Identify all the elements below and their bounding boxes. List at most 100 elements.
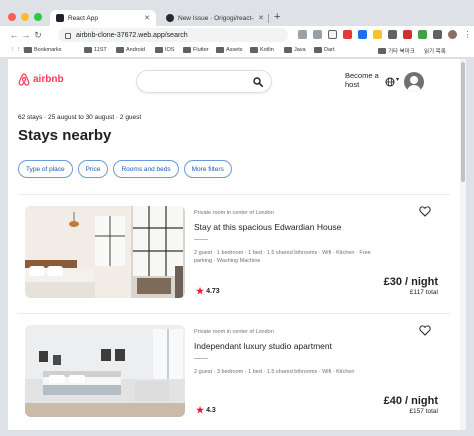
bookmark-other[interactable]: 기타 북마크 bbox=[378, 47, 415, 55]
bookmark-kotlin[interactable]: Kotlin bbox=[250, 47, 274, 53]
host-line-1: Become a bbox=[345, 71, 379, 80]
listing-title[interactable]: Stay at this spacious Edwardian House bbox=[194, 222, 341, 232]
extension-red-icon[interactable] bbox=[343, 30, 352, 39]
profile-avatar-icon[interactable] bbox=[448, 30, 457, 39]
logo-text: airbnb bbox=[33, 74, 64, 85]
divider bbox=[18, 313, 450, 314]
forward-icon[interactable]: → bbox=[20, 30, 32, 40]
share-icon[interactable] bbox=[313, 30, 322, 39]
listing-price: £30 / night bbox=[383, 276, 438, 288]
bookmarks-bar: ⋮⋮⋮ Bookmarks 11ST Android IOS Flutter A… bbox=[0, 44, 474, 58]
listing-card[interactable]: Private room in center of London Stay at… bbox=[25, 206, 445, 300]
listing-card[interactable]: Private room in center of London Indepen… bbox=[25, 325, 445, 419]
extension-icons: ⋮ bbox=[298, 30, 472, 39]
bookmark-reading-list[interactable]: 읽기 목록 bbox=[424, 47, 446, 55]
tab-title: React App bbox=[68, 14, 98, 22]
avatar-head bbox=[410, 76, 418, 84]
heart-icon[interactable] bbox=[419, 206, 431, 217]
extension-glasses-icon[interactable] bbox=[388, 30, 397, 39]
translate-icon[interactable] bbox=[298, 30, 307, 39]
listing-total: £157 total bbox=[409, 408, 438, 415]
listing-photo[interactable] bbox=[25, 206, 185, 298]
airbnb-logo[interactable]: airbnb bbox=[18, 73, 64, 86]
tab-separator bbox=[268, 14, 269, 23]
listing-rating: ★ 4.3 bbox=[196, 405, 216, 416]
react-favicon-icon bbox=[56, 14, 64, 22]
bookmark-11st[interactable]: 11ST bbox=[84, 47, 107, 53]
extension-green-icon[interactable] bbox=[418, 30, 427, 39]
extension-blue-icon[interactable] bbox=[358, 30, 367, 39]
listing-type: Private room in center of London bbox=[194, 329, 274, 335]
extensions-puzzle-icon[interactable] bbox=[433, 30, 442, 39]
divider bbox=[18, 194, 450, 195]
url-text: airbnb-clone-37672.web.app/search bbox=[76, 31, 188, 39]
star-icon: ★ bbox=[196, 405, 205, 415]
chevron-down-icon[interactable]: ▾ bbox=[396, 76, 399, 83]
filter-more-filters[interactable]: More filters bbox=[183, 160, 232, 178]
close-tab-icon[interactable]: ✕ bbox=[144, 14, 150, 22]
folder-icon bbox=[314, 47, 322, 53]
bookmark-assets[interactable]: Assets bbox=[216, 47, 243, 53]
listing-price: £40 / night bbox=[383, 395, 438, 407]
listing-total: £117 total bbox=[409, 289, 438, 296]
folder-icon bbox=[250, 47, 258, 53]
bookmark-bookmarks[interactable]: Bookmarks bbox=[24, 47, 62, 53]
studio-photo-image bbox=[25, 325, 185, 417]
reload-icon[interactable]: ↻ bbox=[32, 30, 44, 41]
listing-amenities: 2 guest · 3 bedroom · 1 bed · 1.5 shared… bbox=[194, 369, 355, 375]
filter-bar: Type of place Price Rooms and beds More … bbox=[18, 160, 232, 178]
close-tab-icon[interactable]: ✕ bbox=[258, 14, 264, 22]
tab-strip: React App ✕ New Issue · Origogi/react-ai… bbox=[0, 0, 474, 26]
search-bar[interactable] bbox=[136, 70, 272, 93]
user-avatar[interactable] bbox=[404, 72, 424, 92]
extension-yellow-icon[interactable] bbox=[373, 30, 382, 39]
bedroom-photo-image bbox=[25, 206, 185, 298]
bookmark-flutter[interactable]: Flutter bbox=[183, 47, 209, 53]
minimize-window-button[interactable] bbox=[21, 13, 29, 21]
bookmark-dart[interactable]: Dart bbox=[314, 47, 334, 53]
page-viewport: airbnb Become a host ▾ 62 stays · 25 aug… bbox=[8, 59, 460, 430]
star-icon: ★ bbox=[196, 286, 205, 296]
filter-rooms-and-beds[interactable]: Rooms and beds bbox=[113, 160, 179, 178]
filter-price[interactable]: Price bbox=[77, 160, 109, 178]
tab-react-app[interactable]: React App ✕ bbox=[50, 10, 156, 26]
extension-pocket-icon[interactable] bbox=[403, 30, 412, 39]
host-line-2: host bbox=[345, 80, 360, 89]
tab-title: New Issue · Origogi/react-airb bbox=[178, 14, 254, 22]
browser-window: React App ✕ New Issue · Origogi/react-ai… bbox=[0, 0, 474, 436]
tab-new-issue[interactable]: New Issue · Origogi/react-airb ✕ bbox=[160, 10, 270, 26]
avatar-body bbox=[407, 85, 421, 92]
folder-icon bbox=[183, 47, 191, 53]
address-bar[interactable]: airbnb-clone-37672.web.app/search bbox=[58, 28, 288, 42]
back-icon[interactable]: ← bbox=[8, 30, 20, 40]
rating-value: 4.3 bbox=[206, 407, 216, 414]
maximize-window-button[interactable] bbox=[34, 13, 42, 21]
listing-photo[interactable] bbox=[25, 325, 185, 417]
bookmark-android[interactable]: Android bbox=[116, 47, 145, 53]
heart-icon[interactable] bbox=[419, 325, 431, 336]
folder-icon bbox=[116, 47, 124, 53]
github-favicon-icon bbox=[166, 14, 174, 22]
airbnb-belo-icon bbox=[18, 73, 30, 86]
folder-icon bbox=[378, 48, 386, 54]
new-tab-button[interactable]: + bbox=[274, 11, 280, 23]
bookmark-star-icon[interactable] bbox=[328, 30, 337, 39]
filter-type-of-place[interactable]: Type of place bbox=[18, 160, 73, 178]
bookmark-ios[interactable]: IOS bbox=[155, 47, 174, 53]
listing-rating: ★ 4.73 bbox=[196, 286, 220, 297]
listing-title[interactable]: Independant luxury studio apartment bbox=[194, 341, 332, 351]
window-controls bbox=[8, 13, 42, 21]
become-host-link[interactable]: Become a host bbox=[345, 71, 379, 89]
listing-amenities: 2 guest · 1 bedroom · 1 bed · 1.5 shared… bbox=[194, 250, 371, 264]
lock-icon bbox=[65, 33, 71, 39]
scrollbar-thumb[interactable] bbox=[461, 62, 465, 182]
globe-icon[interactable] bbox=[385, 77, 395, 87]
search-icon[interactable] bbox=[253, 77, 263, 87]
folder-icon bbox=[24, 47, 32, 53]
more-menu-icon[interactable]: ⋮ bbox=[463, 30, 472, 39]
folder-icon bbox=[284, 47, 292, 53]
listing-rule bbox=[194, 239, 208, 240]
bookmark-java[interactable]: Java bbox=[284, 47, 306, 53]
rating-value: 4.73 bbox=[206, 288, 220, 295]
close-window-button[interactable] bbox=[8, 13, 16, 21]
